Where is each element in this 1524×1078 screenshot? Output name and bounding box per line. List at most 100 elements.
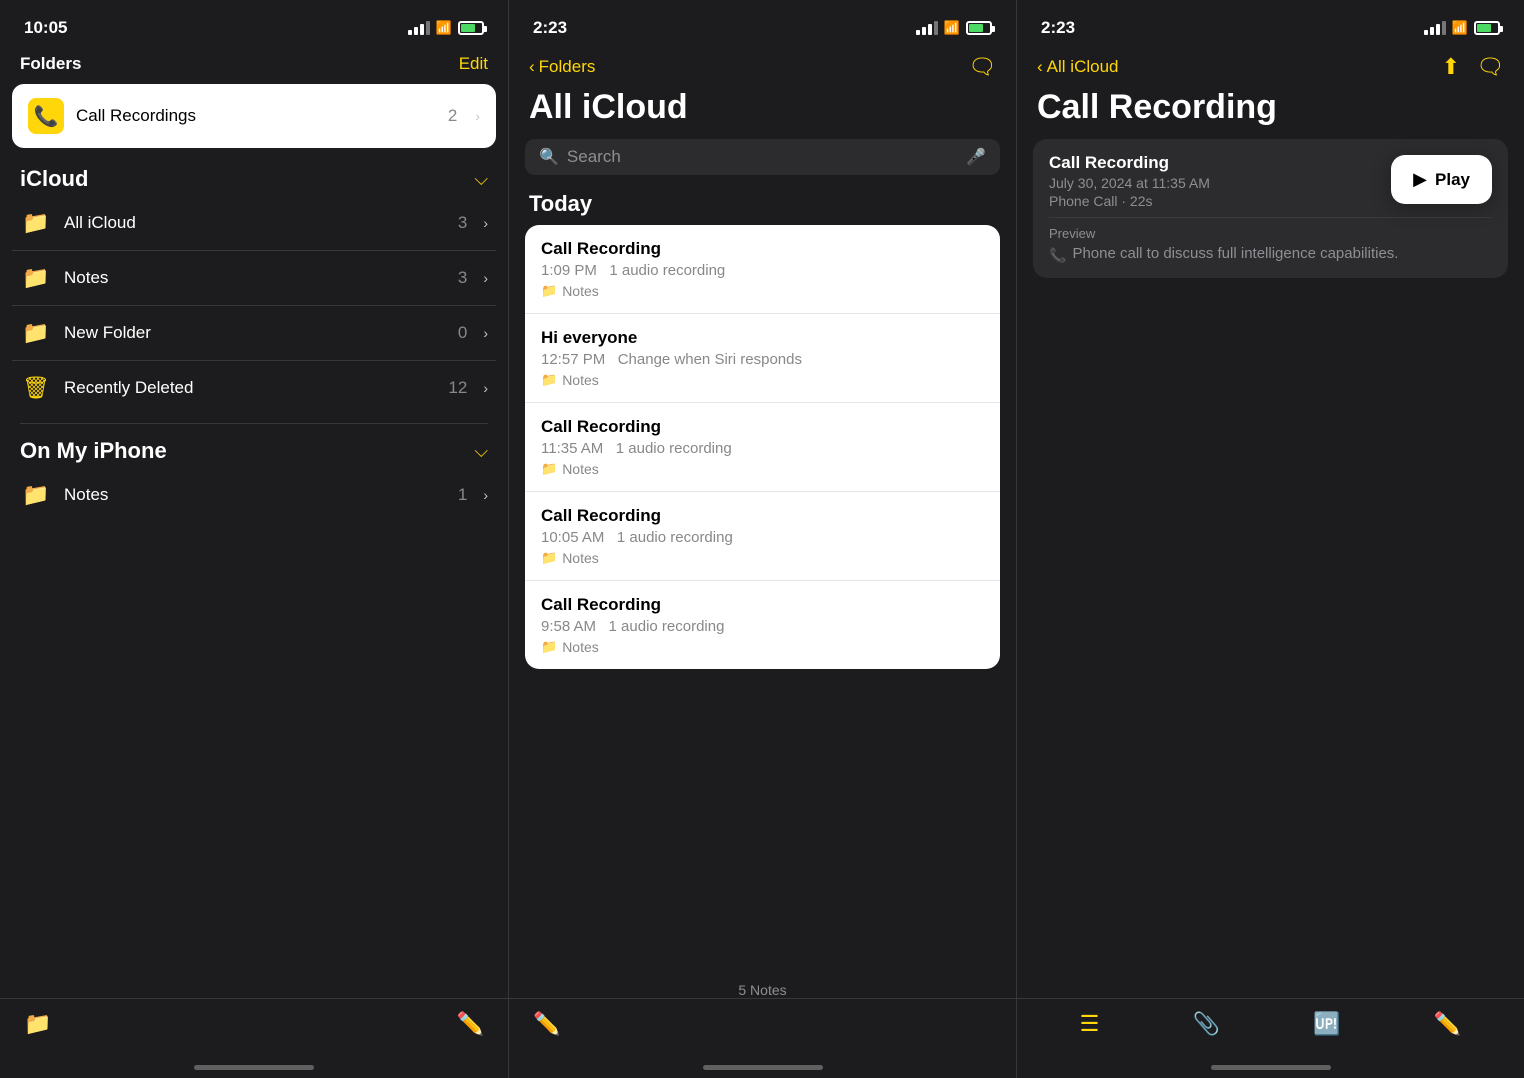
status-bar-3: 2:23 📶 (1017, 0, 1524, 50)
microphone-icon[interactable]: 🎤 (966, 147, 986, 167)
note-meta-3: 10:05 AM 1 audio recording (541, 529, 984, 546)
home-indicator-1 (194, 1065, 314, 1070)
wifi-icon-3: 📶 (1452, 20, 1468, 36)
folder-count-new-folder: 0 (458, 323, 467, 343)
folder-item-recently-deleted[interactable]: 🗑 Recently Deleted 12 › (12, 361, 496, 415)
note-row-2[interactable]: Call Recording 11:35 AM 1 audio recordin… (525, 403, 1000, 492)
folder-count-all-icloud: 3 (458, 213, 467, 233)
play-triangle-icon: ▶ (1413, 169, 1427, 190)
search-icon: 🔍 (539, 147, 559, 167)
back-label-2: Folders (539, 57, 596, 77)
notes-card: Call Recording 1:09 PM 1 audio recording… (525, 225, 1000, 669)
compose-icon-2[interactable]: 🗨 (968, 54, 996, 80)
home-indicator-3 (1211, 1065, 1331, 1070)
panel-folders: 10:05 📶 Folders Edit 📞 Call Recordings 2… (0, 0, 508, 1078)
note-meta-4: 9:58 AM 1 audio recording (541, 618, 984, 635)
call-recording-detail-title: Call Recording (1017, 88, 1524, 139)
on-my-iphone-title: On My iPhone (20, 438, 167, 464)
folder-icon-recently-deleted: 🗑 (20, 374, 52, 402)
wifi-icon: 📶 (436, 20, 452, 36)
status-time-3: 2:23 (1041, 18, 1075, 38)
folder-icon-note-1: 📁 (541, 372, 557, 388)
battery-icon (458, 21, 484, 35)
home-indicator-2 (703, 1065, 823, 1070)
panel-call-recording-detail: 2:23 📶 ‹ All iCloud ⬆ 🗨 Call Recording (1016, 0, 1524, 1078)
call-recordings-label: Call Recordings (76, 106, 436, 126)
folder-item-all-icloud[interactable]: 📁 All iCloud 3 › (12, 196, 496, 251)
panel2-nav-header: ‹ Folders 🗨 (509, 50, 1016, 88)
today-label: Today (509, 187, 1016, 225)
search-input[interactable]: Search (567, 147, 958, 167)
share-icon[interactable]: ⬆ (1442, 54, 1460, 80)
checklist-icon[interactable]: ☰ (1080, 1011, 1100, 1037)
note-row-4[interactable]: Call Recording 9:58 AM 1 audio recording… (525, 581, 1000, 669)
compose-toolbar-icon-2[interactable]: ✏️ (533, 1011, 560, 1037)
status-icons-3: 📶 (1424, 20, 1500, 36)
note-folder-row-0: 📁 Notes (541, 283, 984, 299)
folder-name-note-0: Notes (562, 283, 599, 299)
folder-item-notes-icloud[interactable]: 📁 Notes 3 › (12, 251, 496, 306)
back-to-all-icloud-button[interactable]: ‹ All iCloud (1037, 57, 1118, 77)
folder-name-note-1: Notes (562, 372, 599, 388)
play-button[interactable]: ▶ Play (1391, 155, 1492, 204)
recording-divider (1049, 217, 1492, 218)
note-row-3[interactable]: Call Recording 10:05 AM 1 audio recordin… (525, 492, 1000, 581)
icloud-section-title: iCloud (20, 166, 88, 192)
edit-detail-icon[interactable]: ✏️ (1434, 1011, 1461, 1037)
note-row-1[interactable]: Hi everyone 12:57 PM Change when Siri re… (525, 314, 1000, 403)
back-chevron-icon-3: ‹ (1037, 57, 1043, 77)
folder-icon-note-4: 📁 (541, 639, 557, 655)
back-chevron-icon: ‹ (529, 57, 535, 77)
folder-name-note-2: Notes (562, 461, 599, 477)
notes-count: 5 Notes (509, 982, 1016, 998)
note-folder-row-2: 📁 Notes (541, 461, 984, 477)
call-recordings-row[interactable]: 📞 Call Recordings 2 › (12, 84, 496, 148)
panel3-header-actions: ⬆ 🗨 (1442, 54, 1504, 80)
search-bar[interactable]: 🔍 Search 🎤 (525, 139, 1000, 175)
battery-icon-2 (966, 21, 992, 35)
more-icon[interactable]: 🗨 (1476, 54, 1504, 80)
wifi-icon-2: 📶 (944, 20, 960, 36)
compose-toolbar-icon-1[interactable]: ✏️ (457, 1011, 484, 1037)
note-title-0: Call Recording (541, 239, 984, 259)
status-icons-2: 📶 (916, 20, 992, 36)
folder-count-notes-local: 1 (458, 485, 467, 505)
send-icon[interactable]: 🆙 (1313, 1011, 1340, 1037)
folder-icon-all-icloud: 📁 (20, 209, 52, 237)
edit-button[interactable]: Edit (459, 54, 488, 74)
status-icons-1: 📶 (408, 20, 484, 36)
chevron-icon-notes-icloud: › (483, 270, 488, 286)
folder-name-recently-deleted: Recently Deleted (64, 378, 436, 398)
back-to-folders-button[interactable]: ‹ Folders (529, 57, 595, 77)
note-meta-0: 1:09 PM 1 audio recording (541, 262, 984, 279)
icloud-folder-list: 📁 All iCloud 3 › 📁 Notes 3 › 📁 New Folde… (0, 196, 508, 415)
on-my-iphone-collapse-icon[interactable]: ⌵ (474, 441, 488, 462)
folder-item-notes-local[interactable]: 📁 Notes 1 › (12, 468, 496, 522)
note-row-0[interactable]: Call Recording 1:09 PM 1 audio recording… (525, 225, 1000, 314)
recording-preview-content: Phone call to discuss full intelligence … (1072, 245, 1398, 262)
note-meta-2: 11:35 AM 1 audio recording (541, 440, 984, 457)
folders-header: Folders Edit (0, 50, 508, 84)
note-meta-1: 12:57 PM Change when Siri responds (541, 351, 984, 368)
status-time-2: 2:23 (533, 18, 567, 38)
note-title-4: Call Recording (541, 595, 984, 615)
icloud-collapse-icon[interactable]: ⌵ (474, 169, 488, 190)
chevron-icon-new-folder: › (483, 325, 488, 341)
new-folder-toolbar-icon[interactable]: 📁 (24, 1011, 51, 1037)
signal-icon-3 (1424, 21, 1446, 35)
folder-item-new-folder[interactable]: 📁 New Folder 0 › (12, 306, 496, 361)
on-my-iphone-folder-list: 📁 Notes 1 › (0, 468, 508, 522)
folder-name-notes-icloud: Notes (64, 268, 446, 288)
recording-preview-text: 📞 Phone call to discuss full intelligenc… (1049, 245, 1492, 264)
folder-name-all-icloud: All iCloud (64, 213, 446, 233)
folder-name-note-3: Notes (562, 550, 599, 566)
chevron-icon-notes-local: › (483, 487, 488, 503)
folder-name-note-4: Notes (562, 639, 599, 655)
folder-name-new-folder: New Folder (64, 323, 446, 343)
attachment-icon[interactable]: 📎 (1193, 1011, 1220, 1037)
panel-all-icloud: 2:23 📶 ‹ Folders 🗨 All iCloud 🔍 Search 🎤 (508, 0, 1016, 1078)
chevron-icon-all-icloud: › (483, 215, 488, 231)
note-title-2: Call Recording (541, 417, 984, 437)
note-title-3: Call Recording (541, 506, 984, 526)
recording-preview-label: Preview (1049, 226, 1492, 241)
